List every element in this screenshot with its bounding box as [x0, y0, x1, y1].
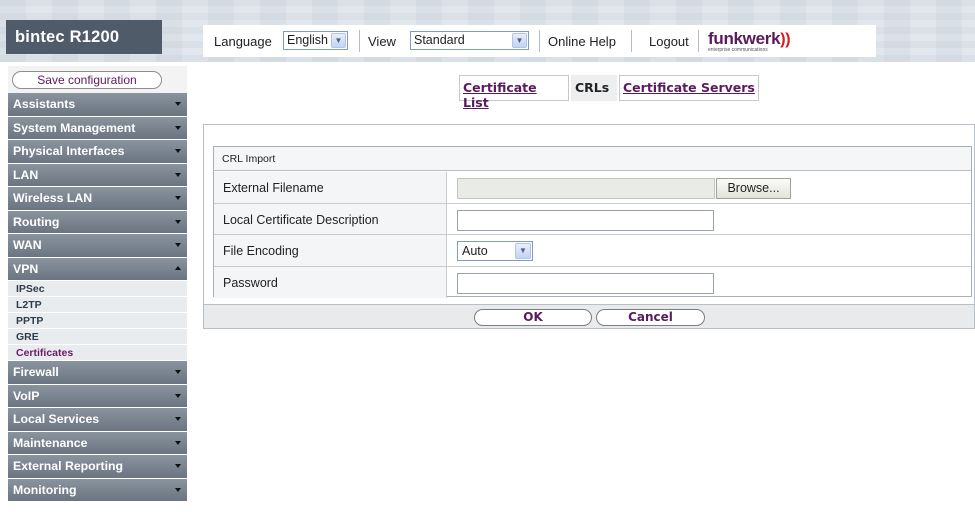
caret-down-icon: [175, 393, 181, 398]
chevron-down-icon: ▼: [512, 33, 527, 48]
toolbar-divider: [539, 30, 540, 52]
form-row-local-description: Local Certificate Description: [214, 203, 971, 235]
language-label: Language: [214, 34, 272, 49]
product-title: bintec R1200: [6, 20, 162, 54]
menu-item-label: External Reporting: [13, 459, 124, 473]
menu-item-routing[interactable]: Routing: [8, 210, 187, 234]
menu-item-label: Physical Interfaces: [13, 144, 125, 158]
form-footer: OK Cancel: [203, 305, 975, 329]
menu-item-label: Assistants: [13, 97, 76, 111]
sidebar-subitem-gre[interactable]: GRE: [8, 329, 187, 345]
password-input[interactable]: [457, 272, 714, 294]
view-label: View: [368, 34, 396, 49]
toolbar-divider: [698, 30, 699, 52]
chevron-down-icon: ▼: [515, 243, 531, 259]
menu-item-label: System Management: [13, 120, 136, 135]
language-select-value: English: [287, 33, 328, 47]
field-label: External Filename: [214, 172, 447, 203]
caret-down-icon: [175, 243, 181, 247]
funkwerk-logo: funkwerk)): [708, 29, 791, 49]
menu-item-label: VoIP: [13, 388, 40, 403]
menu-item-label: VPN: [13, 261, 39, 276]
field-label: Local Certificate Description: [214, 203, 447, 234]
online-help-link[interactable]: Online Help: [548, 34, 616, 49]
view-select-value: Standard: [414, 33, 465, 47]
caret-down-icon: [175, 196, 181, 200]
header: bintec R1200 Language English ▼ View Sta…: [0, 0, 975, 62]
logout-link[interactable]: Logout: [649, 34, 689, 49]
toolbar-divider: [631, 30, 632, 52]
caret-down-icon: [175, 172, 181, 177]
caret-down-icon: [175, 440, 181, 445]
form-row-file-encoding: File Encoding Auto ▼: [214, 235, 971, 267]
menu-item-lan[interactable]: LAN: [8, 163, 187, 187]
save-configuration-button[interactable]: Save configuration: [12, 71, 162, 89]
menu-item-system-management[interactable]: System Management: [8, 116, 187, 140]
menu-item-physical-interfaces[interactable]: Physical Interfaces: [8, 140, 187, 164]
sidebar-subitem-certificates[interactable]: Certificates: [8, 345, 187, 361]
sidebar-subitem-l2tp[interactable]: L2TP: [8, 297, 187, 313]
local-certificate-description-input[interactable]: [457, 209, 714, 231]
toolbar-divider: [359, 30, 360, 52]
logo-text: funkwerk: [708, 29, 781, 48]
caret-down-icon: [175, 219, 181, 224]
form-row-password: Password: [214, 266, 971, 298]
menu-item-label: Maintenance: [13, 435, 88, 450]
crl-import-group: CRL Import External Filename Browse... L…: [213, 146, 972, 298]
menu-item-external-reporting[interactable]: External Reporting: [8, 455, 187, 479]
file-encoding-value: Auto: [462, 244, 488, 258]
form-row-external-filename: External Filename Browse...: [214, 172, 971, 204]
caret-down-icon: [175, 125, 181, 130]
menu-item-label: Wireless LAN: [13, 191, 93, 205]
menu-item-label: WAN: [13, 238, 42, 252]
view-select[interactable]: Standard ▼: [410, 31, 529, 50]
tab-certificate-servers[interactable]: Certificate Servers: [619, 75, 759, 101]
menu-item-label: Monitoring: [13, 482, 77, 497]
caret-down-icon: [175, 417, 181, 421]
caret-down-icon: [175, 102, 181, 106]
save-area: Save configuration: [8, 66, 187, 93]
caret-down-icon: [175, 464, 181, 468]
sidebar-subitem-ipsec[interactable]: IPSec: [8, 281, 187, 297]
crl-import-panel: CRL Import External Filename Browse... L…: [203, 124, 975, 305]
menu-item-label: LAN: [13, 167, 39, 182]
tab-crls[interactable]: CRLs: [571, 75, 617, 101]
menu-item-wan[interactable]: WAN: [8, 234, 187, 258]
browse-button[interactable]: Browse...: [716, 178, 791, 199]
ok-button[interactable]: OK: [474, 309, 592, 326]
caret-down-icon: [175, 149, 181, 153]
file-encoding-select[interactable]: Auto ▼: [457, 241, 533, 261]
chevron-down-icon: ▼: [331, 33, 346, 48]
logo-subtitle: enterprise communications: [708, 47, 768, 53]
menu-item-vpn[interactable]: VPN: [8, 257, 187, 281]
section-title: CRL Import: [214, 147, 971, 171]
menu-item-wireless-lan[interactable]: Wireless LAN: [8, 187, 187, 211]
caret-down-icon: [175, 487, 181, 492]
external-filename-input[interactable]: [457, 178, 715, 199]
field-label: File Encoding: [214, 235, 447, 266]
language-select[interactable]: English ▼: [283, 31, 348, 50]
menu-item-voip[interactable]: VoIP: [8, 384, 187, 408]
menu-item-local-services[interactable]: Local Services: [8, 408, 187, 432]
sidebar-subitem-pptp[interactable]: PPTP: [8, 313, 187, 329]
menu-item-maintenance[interactable]: Maintenance: [8, 431, 187, 455]
menu-item-label: Routing: [13, 214, 60, 229]
menu-item-monitoring[interactable]: Monitoring: [8, 478, 187, 502]
menu-item-label: Firewall: [13, 365, 59, 379]
caret-down-icon: [175, 370, 181, 374]
menu-item-assistants[interactable]: Assistants: [8, 93, 187, 117]
logo-waves-icon: )): [780, 31, 791, 48]
cancel-button[interactable]: Cancel: [596, 309, 705, 326]
field-label: Password: [214, 266, 447, 298]
tab-certificate-list[interactable]: Certificate List: [459, 75, 569, 110]
menu-item-firewall[interactable]: Firewall: [8, 361, 187, 385]
sidebar: Save configuration Assistants System Man…: [8, 66, 187, 502]
caret-up-icon: [175, 265, 181, 270]
menu-item-label: Local Services: [13, 412, 100, 426]
top-toolbar: Language English ▼ View Standard ▼ Onlin…: [203, 25, 876, 57]
